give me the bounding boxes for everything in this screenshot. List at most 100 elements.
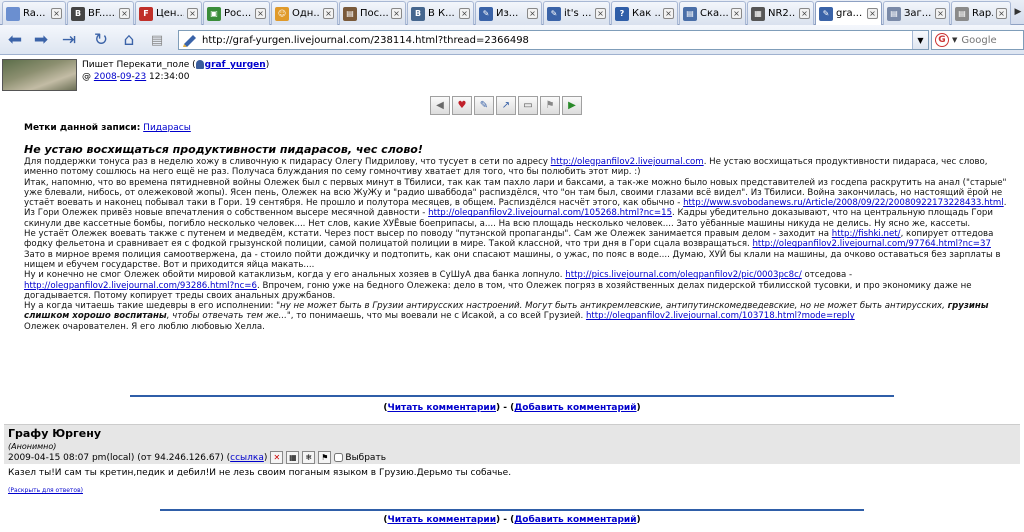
tab[interactable]: ☺ Одн... × [271,1,338,25]
link[interactable]: http://fishki.net/ [832,229,901,239]
tab[interactable]: ✎ gra... × [815,1,882,25]
tab-label: Ска... [700,8,728,19]
link[interactable]: http://olegpanfilov2.livejournal.com/105… [428,208,672,218]
add-comment-link[interactable]: Добавить комментарий [514,403,636,413]
next-entry-icon[interactable]: ▶ [562,96,582,115]
link[interactable]: http://olegpanfilov2.livejournal.com/103… [586,311,855,321]
tab[interactable]: ВВ К... × [407,1,474,25]
tab[interactable]: ✎ it's ... × [543,1,610,25]
prev-entry-icon[interactable]: ◀ [430,96,450,115]
back-arrow-icon[interactable]: ⬅ [4,29,26,51]
close-tab-icon[interactable]: × [595,8,606,19]
screen-comment-icon[interactable]: ▦ [286,451,300,464]
link[interactable]: http://olegpanfilov2.livejournal.com [551,157,704,167]
search-input[interactable] [961,34,1022,46]
close-tab-icon[interactable]: × [323,8,334,19]
page-content: Пишет Перекати_поле (graf_yurgen) @ 2008… [0,56,1024,532]
expand-replies-link[interactable]: (Раскрыть для ответов) [8,487,83,494]
home-icon[interactable]: ⌂ [118,29,140,51]
navigation-toolbar: ⬅ ➡ ⇥ ↻ ⌂ ▤ ▼ G ▼ [0,25,1024,55]
search-bar[interactable]: G ▼ [931,30,1024,50]
tab[interactable]: ▤Rap...× [951,1,1011,25]
freeze-comment-icon[interactable]: ❄ [302,451,316,464]
delete-comment-icon[interactable]: ✕ [270,451,284,464]
user-icon[interactable] [195,60,204,69]
comment-info: 2009-04-15 08:07 pm (local) (от 94.246.1… [8,451,386,464]
poster-user-link[interactable]: graf_yurgen [205,60,266,70]
link[interactable]: http://www.svobodanews.ru/Article/2008/0… [683,198,1004,208]
close-tab-icon[interactable]: × [187,8,198,19]
tab[interactable]: ▤ Заг... × [883,1,950,25]
url-dropdown-icon[interactable]: ▼ [912,31,928,49]
close-tab-icon[interactable]: × [935,8,946,19]
tab[interactable]: ▦ NR2... × [747,1,814,25]
address-bar[interactable]: ▼ [178,30,929,50]
comment-subject: Графу Юргену [8,427,101,440]
tab-strip: Ra... × B BF...... × F Цен... × ▣ Рос... × ☺ Одн... ×… [0,0,1024,25]
comment-links-bottom: (Читать комментарии) - (Добавить коммент… [0,515,1024,525]
close-tab-icon[interactable]: × [51,8,62,19]
news-icon: F [139,6,153,21]
tab[interactable]: F Цен... × [135,1,202,25]
quote: , чтобы отвечать тем же..." [166,311,291,322]
close-tab-icon[interactable]: × [996,8,1007,19]
entry-action-bar: ◀ ♥ ✎ ↗ ▭ ⚑ ▶ [430,96,590,116]
quote: "ну не может быть в Грузии антирусских н… [276,301,948,312]
edit-tags-icon[interactable]: ✎ [474,96,494,115]
add-comment-link[interactable]: Добавить комментарий [514,515,636,525]
green-icon: ▣ [207,6,221,21]
close-tab-icon[interactable]: × [799,8,810,19]
people-icon: ☺ [275,6,289,21]
go-to-end-icon[interactable]: ⇥ [58,29,80,51]
close-tab-icon[interactable]: × [731,8,742,19]
poster-suffix: ) [265,60,270,70]
date-day-link[interactable]: 23 [135,72,146,82]
close-tab-icon[interactable]: × [255,8,266,19]
tab[interactable]: Ra... × [2,1,66,25]
text: . [1003,198,1007,209]
bookmarks-icon[interactable]: ▤ [146,29,168,51]
read-comments-link[interactable]: Читать комментарии [387,515,496,525]
date-month-link[interactable]: 09 [120,72,131,82]
text: Из Гори Олежек привёз новые впечатления … [24,208,429,219]
tag-link[interactable]: Пидарасы [143,123,191,133]
flag-icon[interactable]: ⚑ [540,96,560,115]
forward-arrow-icon[interactable]: ➡ [30,29,52,51]
close-tab-icon[interactable]: × [867,8,878,19]
add-memory-icon[interactable]: ♥ [452,96,472,115]
url-input[interactable] [202,34,912,46]
tab[interactable]: ✎ Из... × [475,1,542,25]
date-year-link[interactable]: 2008 [94,72,117,82]
comment-permalink[interactable]: ссылка [230,453,264,463]
tab-scroll-right-icon[interactable]: ▶ [1012,0,1024,24]
search-engine-dropdown-icon[interactable]: ▼ [952,36,957,44]
close-tab-icon[interactable]: × [527,8,538,19]
tab[interactable]: B BF...... × [67,1,134,25]
tab-label: Ra... [23,8,46,19]
tab[interactable]: ▤ Пос... × [339,1,406,25]
link[interactable]: http://pics.livejournal.com/olegpanfilov… [565,270,801,280]
tab-label: gra... [836,8,863,19]
select-comment[interactable]: Выбрать [334,453,386,463]
link[interactable]: http://olegpanfilov2.livejournal.com/977… [752,239,990,249]
reload-icon[interactable]: ↻ [90,29,112,51]
track-comment-icon[interactable]: ⚑ [318,451,332,464]
text: Для поддержки тонуса раз в неделю хожу в… [24,157,551,167]
tab[interactable]: ▤ Ска... × [679,1,746,25]
google-icon[interactable]: G [935,33,949,47]
tell-friend-icon[interactable]: ▭ [518,96,538,115]
close-tab-icon[interactable]: × [663,8,674,19]
read-comments-link[interactable]: Читать комментарии [387,403,496,413]
paragraph-5: Ну и конечно не смог Олежек обойти миров… [24,270,1014,301]
select-checkbox[interactable] [334,453,344,462]
userpic-image [2,59,77,91]
tab[interactable]: ▣ Рос... × [203,1,270,25]
close-tab-icon[interactable]: × [119,8,130,19]
close-tab-icon[interactable]: × [459,8,470,19]
link[interactable]: http://olegpanfilov2.livejournal.com/932… [24,281,257,291]
tab[interactable]: ?Как ...× [611,1,678,25]
close-tab-icon[interactable]: × [391,8,402,19]
date-time: 12:34:00 [146,72,190,82]
tab-label: BF...... [88,8,116,19]
share-icon[interactable]: ↗ [496,96,516,115]
